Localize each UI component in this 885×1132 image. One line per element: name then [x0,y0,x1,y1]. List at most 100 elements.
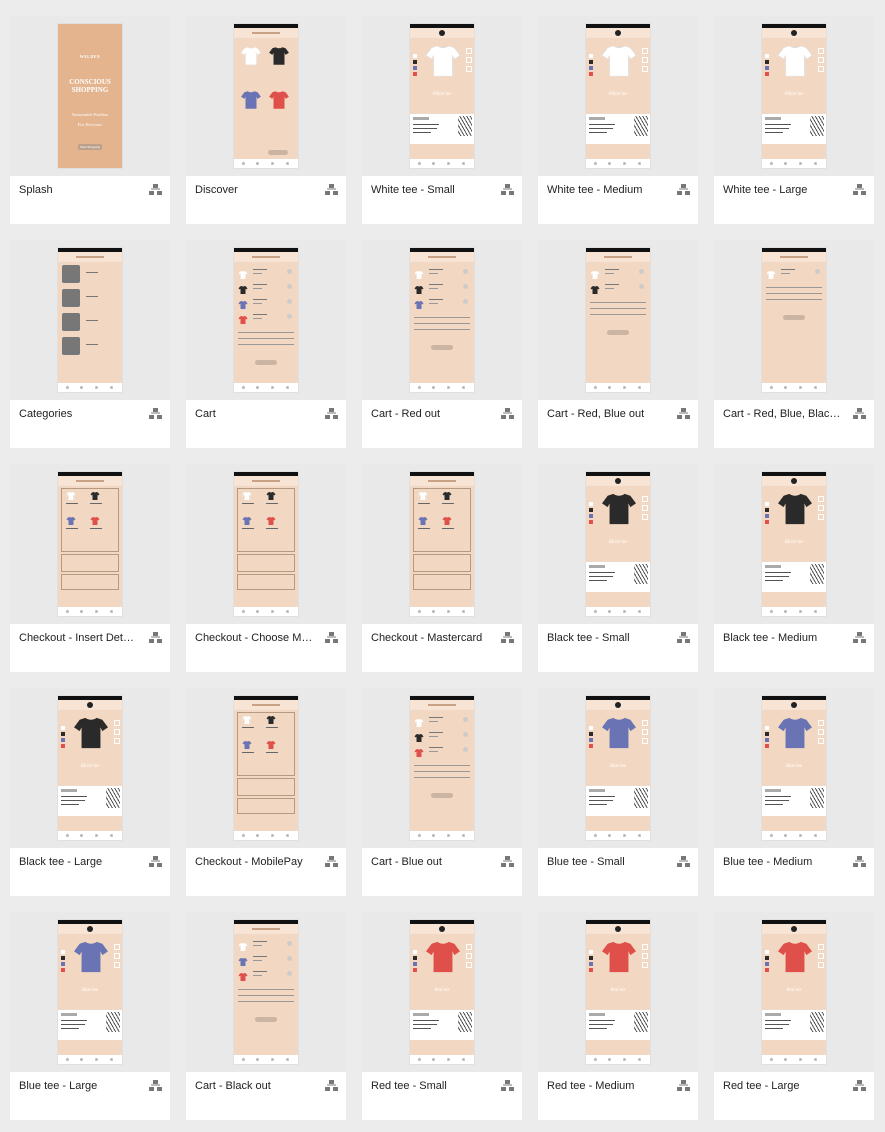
artboard-thumbnail[interactable] [362,240,522,400]
flow-hierarchy-icon[interactable] [149,856,162,868]
artboard-thumbnail[interactable] [186,240,346,400]
tab-bar [410,383,474,392]
flow-hierarchy-icon[interactable] [853,408,866,420]
artboard-card[interactable]: Checkout - Mastercard [362,464,522,672]
flow-hierarchy-icon[interactable] [501,1080,514,1092]
artboard-card[interactable]: Red tee Red tee - Medium [538,912,698,1120]
artboard-card[interactable]: Checkout - Choose Method [186,464,346,672]
artboard-card[interactable]: Black tee Black tee - Large [10,688,170,896]
flow-hierarchy-icon[interactable] [677,184,690,196]
artboard-thumbnail[interactable]: Black tee [538,464,698,624]
artboard-thumbnail[interactable] [186,912,346,1072]
artboard-card[interactable]: Cart - Red, Blue out [538,240,698,448]
artboard-card[interactable]: Black tee Black tee - Medium [714,464,874,672]
artboard-card[interactable]: Blue tee Blue tee - Medium [714,688,874,896]
artboard-thumbnail[interactable]: WALDEN CONSCIOUS SHOPPING Sustainable Fa… [10,16,170,176]
artboard-thumbnail[interactable] [10,464,170,624]
flow-hierarchy-icon[interactable] [325,632,338,644]
flow-hierarchy-icon[interactable] [501,632,514,644]
artboard-thumbnail[interactable]: Black tee [714,464,874,624]
artboard-thumbnail[interactable]: Red tee [538,912,698,1072]
product-screen: Black tee [762,472,826,616]
artboard-title: Checkout - MobilePay [195,856,303,868]
tab-bar [410,831,474,840]
flow-hierarchy-icon[interactable] [325,184,338,196]
artboard-card[interactable]: Red tee Red tee - Small [362,912,522,1120]
tshirt-icon [66,491,76,501]
artboard-card[interactable]: Blue tee Blue tee - Large [10,912,170,1120]
payment-method-box [61,574,119,590]
artboard-thumbnail[interactable]: Red tee [362,912,522,1072]
artboard-card[interactable]: Discover [186,16,346,224]
artboard-card[interactable]: Checkout - Insert Details [10,464,170,672]
size-selector [642,944,648,971]
artboard-title: Red tee - Medium [547,1080,635,1092]
artboard-thumbnail[interactable] [186,16,346,176]
artboard-card[interactable]: Cart - Red, Blue, Black out [714,240,874,448]
artboard-card[interactable]: WALDEN CONSCIOUS SHOPPING Sustainable Fa… [10,16,170,224]
artboard-thumbnail[interactable] [186,688,346,848]
artboard-thumbnail[interactable]: White tee [538,16,698,176]
flow-hierarchy-icon[interactable] [149,632,162,644]
product-description [58,786,122,816]
artboard-title: Red tee - Small [371,1080,447,1092]
artboard-card[interactable]: Red tee Red tee - Large [714,912,874,1120]
flow-hierarchy-icon[interactable] [325,1080,338,1092]
artboard-thumbnail[interactable] [362,464,522,624]
flow-hierarchy-icon[interactable] [677,1080,690,1092]
flow-hierarchy-icon[interactable] [677,632,690,644]
artboard-thumbnail[interactable] [714,240,874,400]
artboard-thumbnail[interactable]: White tee [714,16,874,176]
cart-screen [234,248,298,392]
size-selector [642,496,648,523]
flow-hierarchy-icon[interactable] [677,856,690,868]
artboard-card[interactable]: White tee White tee - Large [714,16,874,224]
artboard-card[interactable]: White tee White tee - Medium [538,16,698,224]
flow-hierarchy-icon[interactable] [853,184,866,196]
cart-totals [238,332,294,350]
artboard-card[interactable]: Cart [186,240,346,448]
artboard-card[interactable]: Blue tee Blue tee - Small [538,688,698,896]
tab-bar [410,1055,474,1064]
artboard-card[interactable]: White tee White tee - Small [362,16,522,224]
artboard-thumbnail[interactable] [10,240,170,400]
flow-hierarchy-icon[interactable] [325,408,338,420]
artboard-thumbnail[interactable]: Blue tee [538,688,698,848]
artboard-card[interactable]: Black tee Black tee - Small [538,464,698,672]
tshirt-icon [425,45,461,77]
artboard-card[interactable]: Cart - Red out [362,240,522,448]
flow-hierarchy-icon[interactable] [501,856,514,868]
checkout-screen [234,696,298,840]
artboard-title: Cart - Red out [371,408,441,420]
flow-hierarchy-icon[interactable] [501,184,514,196]
tshirt-icon [238,301,248,309]
color-swatches [61,726,65,750]
flow-hierarchy-icon[interactable] [149,1080,162,1092]
artboard-card[interactable]: Cart - Black out [186,912,346,1120]
flow-hierarchy-icon[interactable] [149,408,162,420]
artboard-thumbnail[interactable]: Blue tee [714,688,874,848]
artboard-thumbnail[interactable]: Red tee [714,912,874,1072]
logo-icon [791,702,797,708]
artboard-card[interactable]: Checkout - MobilePay [186,688,346,896]
artboard-thumbnail[interactable]: Blue tee [10,912,170,1072]
tshirt-icon [418,517,428,525]
tshirt-icon [269,47,289,65]
checkout-screen [234,472,298,616]
artboard-thumbnail[interactable] [538,240,698,400]
artboard-thumbnail[interactable] [362,688,522,848]
flow-hierarchy-icon[interactable] [853,1080,866,1092]
artboard-card[interactable]: Categories [10,240,170,448]
artboard-card[interactable]: Cart - Blue out [362,688,522,896]
flow-hierarchy-icon[interactable] [853,856,866,868]
product-description [762,562,826,592]
flow-hierarchy-icon[interactable] [501,408,514,420]
flow-hierarchy-icon[interactable] [677,408,690,420]
flow-hierarchy-icon[interactable] [325,856,338,868]
artboard-thumbnail[interactable]: Black tee [10,688,170,848]
flow-hierarchy-icon[interactable] [149,184,162,196]
flow-hierarchy-icon[interactable] [853,632,866,644]
artboard-thumbnail[interactable]: White tee [362,16,522,176]
app-header [586,252,650,262]
artboard-thumbnail[interactable] [186,464,346,624]
